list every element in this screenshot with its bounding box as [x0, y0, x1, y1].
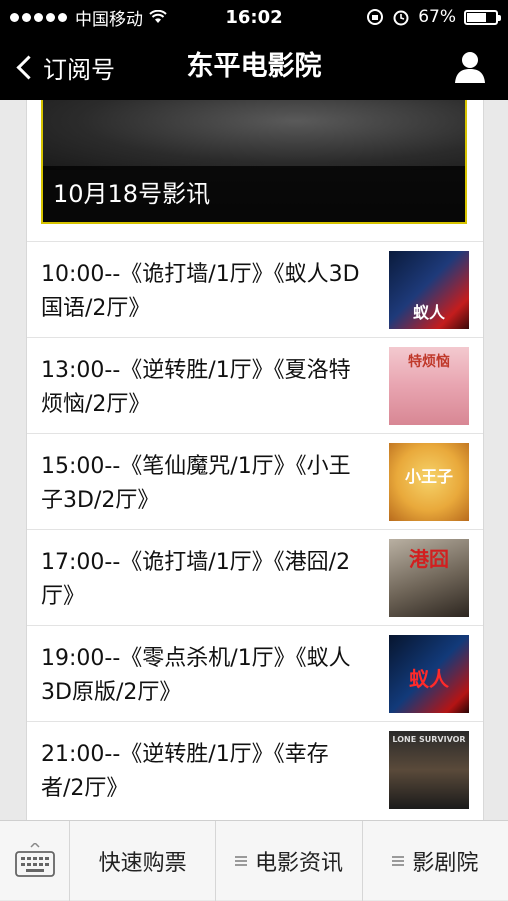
cover-photo — [43, 100, 465, 170]
menu-label: 快速购票 — [98, 851, 187, 876]
keyboard-toggle-button[interactable] — [0, 821, 70, 901]
cover-caption: 10月18号影讯 — [43, 166, 465, 222]
keyboard-icon — [15, 843, 55, 877]
schedule-list: 10:00--《诡打墙/1厅》《蚁人3D国语/2厅》 蚁人 13:00--《逆转… — [27, 241, 483, 817]
menu-label: 电影资讯 — [254, 851, 343, 876]
schedule-row[interactable]: 21:00--《逆转胜/1厅》《幸存者/2厅》 LONE SURVIVOR — [27, 721, 483, 817]
schedule-row[interactable]: 10:00--《诡打墙/1厅》《蚁人3D国语/2厅》 蚁人 — [27, 241, 483, 337]
cover-image[interactable]: 10月18号影讯 — [41, 100, 467, 224]
movie-poster-thumbnail[interactable]: 港囧 — [389, 539, 469, 617]
navigation-bar: 订阅号 东平电影院 — [0, 34, 508, 100]
rotation-lock-icon — [367, 9, 384, 25]
clock: 16:02 — [225, 6, 283, 28]
menu-list-icon — [392, 855, 405, 867]
status-bar: 中国移动 16:02 67% — [0, 0, 508, 34]
menu-list-icon — [234, 855, 247, 867]
menu-quick-ticket[interactable]: 快速购票 — [70, 821, 217, 901]
movie-poster-thumbnail[interactable]: LONE SURVIVOR — [389, 731, 469, 809]
poster-title: LONE SURVIVOR — [392, 735, 466, 744]
schedule-row[interactable]: 17:00--《诡打墙/1厅》《港囧/2厅》 港囧 — [27, 529, 483, 625]
movie-poster-thumbnail[interactable]: 特烦恼 — [389, 347, 469, 425]
schedule-row[interactable]: 13:00--《逆转胜/1厅》《夏洛特烦恼/2厅》 特烦恼 — [27, 337, 483, 433]
menu-label: 影剧院 — [412, 851, 479, 876]
schedule-text: 13:00--《逆转胜/1厅》《夏洛特烦恼/2厅》 — [41, 358, 351, 417]
carrier-name: 中国移动 — [75, 9, 143, 30]
schedule-text: 15:00--《笔仙魔咒/1厅》《小王子3D/2厅》 — [41, 454, 351, 513]
bottom-menu-bar: 快速购票 电影资讯 影剧院 — [0, 820, 508, 901]
page-title: 东平电影院 — [186, 51, 322, 82]
battery-percent: 67% — [418, 7, 456, 27]
schedule-row[interactable]: 15:00--《笔仙魔咒/1厅》《小王子3D/2厅》 小王子 — [27, 433, 483, 529]
schedule-text: 17:00--《诡打墙/1厅》《港囧/2厅》 — [41, 550, 351, 609]
poster-title: 蚁人 — [412, 303, 445, 322]
schedule-text: 10:00--《诡打墙/1厅》《蚁人3D国语/2厅》 — [41, 262, 360, 321]
schedule-text: 19:00--《零点杀机/1厅》《蚁人3D原版/2厅》 — [41, 646, 351, 705]
schedule-text: 21:00--《逆转胜/1厅》《幸存者/2厅》 — [41, 742, 329, 801]
poster-title: 蚁人 — [409, 667, 449, 691]
movie-poster-thumbnail[interactable]: 小王子 — [389, 443, 469, 521]
menu-theater[interactable]: 影剧院 — [363, 821, 508, 901]
movie-poster-thumbnail[interactable]: 蚁人 — [389, 251, 469, 329]
schedule-row[interactable]: 19:00--《零点杀机/1厅》《蚁人3D原版/2厅》 蚁人 — [27, 625, 483, 721]
menu-movie-news[interactable]: 电影资讯 — [216, 821, 363, 901]
poster-title: 特烦恼 — [408, 354, 450, 370]
person-icon[interactable] — [454, 50, 486, 84]
wifi-icon — [149, 10, 167, 23]
article-card: 10月18号影讯 10:00--《诡打墙/1厅》《蚁人3D国语/2厅》 蚁人 1… — [26, 100, 484, 820]
battery-icon — [464, 9, 501, 25]
poster-title: 港囧 — [409, 547, 449, 571]
poster-title: 小王子 — [404, 467, 453, 486]
movie-poster-thumbnail[interactable]: 蚁人 — [389, 635, 469, 713]
alarm-icon — [393, 10, 409, 26]
signal-strength-icon — [10, 12, 67, 22]
